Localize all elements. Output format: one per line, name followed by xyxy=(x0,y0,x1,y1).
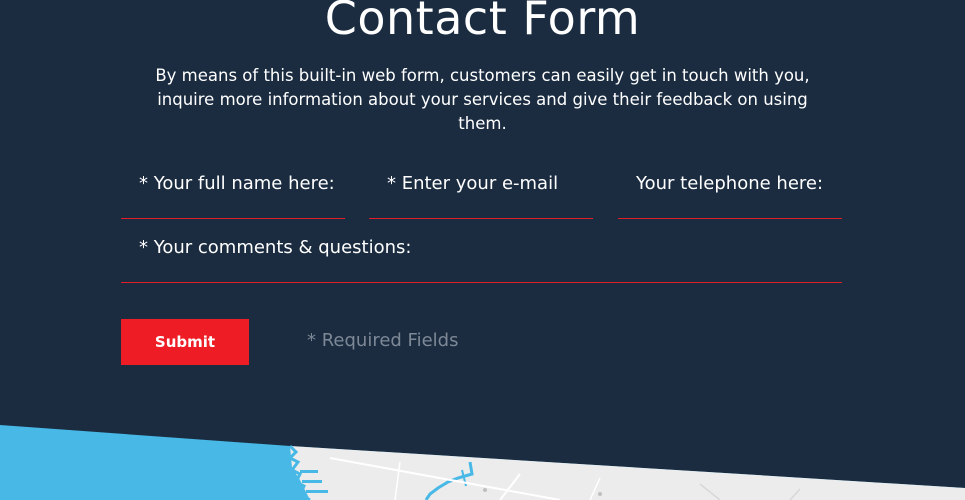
map-pier xyxy=(306,490,328,493)
map-land xyxy=(290,446,965,500)
map-pier xyxy=(302,480,322,483)
map-marker-dot xyxy=(483,488,487,492)
map-marker-dot xyxy=(598,492,602,496)
map-pier xyxy=(300,470,318,473)
location-map[interactable] xyxy=(0,0,965,500)
